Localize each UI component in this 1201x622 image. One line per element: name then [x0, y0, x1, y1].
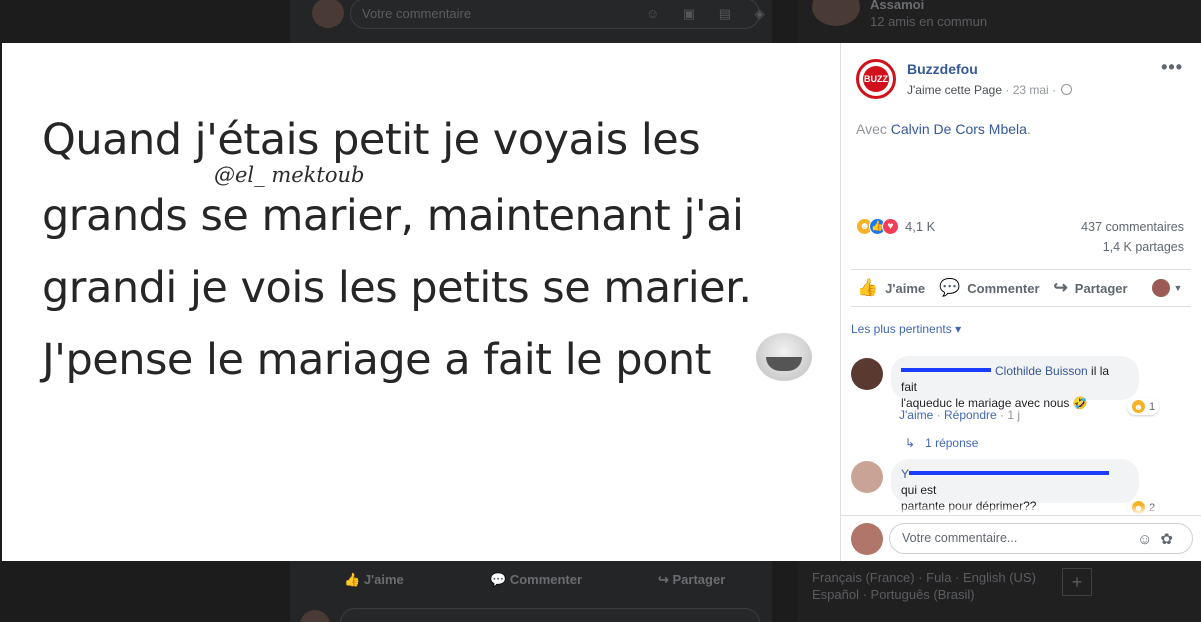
commenter-avatar[interactable]	[851, 358, 883, 390]
comment-filter-dropdown[interactable]: Les plus pertinents ▾	[851, 322, 961, 336]
background-share-label: Partager	[672, 572, 726, 587]
globe-icon	[1061, 84, 1073, 95]
comment-time[interactable]: 1 j	[1007, 408, 1020, 422]
meme-text-line-3: grandi je vois les petits se marier.	[42, 263, 752, 313]
replies-label: 1 réponse	[925, 436, 979, 450]
page-avatar[interactable]: BUZZ	[856, 59, 896, 99]
background-like-action: 👍 J'aime	[344, 572, 404, 587]
background-next-input	[340, 608, 760, 622]
comment-author-link[interactable]: Clothilde Buisson	[995, 364, 1088, 378]
background-comment-placeholder: Votre commentaire	[362, 6, 472, 21]
reaction-count: 4,1 K	[905, 219, 936, 234]
redacted-name	[901, 368, 991, 372]
crying-laughing-emoji-icon	[756, 333, 812, 381]
comment-composer: Votre commentaire... ☺✿	[841, 515, 1201, 561]
comment-like-link[interactable]: J'aime	[899, 408, 933, 422]
background-mutual-friends: 12 amis en commun	[870, 14, 988, 29]
shares-count-link[interactable]: 1,4 K partages	[1103, 240, 1184, 254]
meme-text-line-1: Quand j'étais petit je voyais les	[42, 115, 701, 165]
share-button-label: Partager	[1074, 280, 1128, 296]
background-languages-2: Español · Português (Brasil)	[812, 587, 975, 602]
post-meta: J'aime cette Page · 23 mai ·	[907, 83, 1073, 97]
current-user-avatar	[851, 523, 883, 555]
like-page-link[interactable]: J'aime cette Page	[907, 83, 1002, 97]
scroll-fade	[841, 505, 1201, 515]
meta-separator: ·	[1002, 83, 1013, 97]
comment-meta: J'aime · Répondre · 1 j	[899, 408, 1021, 422]
background-languages-1: Français (France) · Fula · English (US)	[812, 570, 1036, 585]
page-logo: BUZZ	[863, 66, 889, 92]
comment-bubble-icon: 💬	[939, 278, 961, 297]
background-share-action: ↪ Partager	[658, 572, 726, 587]
comment-author-prefix[interactable]: Y	[901, 467, 909, 481]
background-add-language-button: +	[1062, 568, 1092, 596]
thumbs-up-icon: 👍	[857, 278, 879, 297]
haha-reaction-icon: ☻	[1131, 399, 1146, 414]
comment-bubble: Clothilde Buisson il la fait l'aqueduc l…	[891, 356, 1139, 410]
background-like-label: J'aime	[363, 572, 404, 587]
comment-reply-link[interactable]: Répondre	[944, 408, 997, 422]
comment-bubble: Y qui est partante pour déprimer??	[891, 459, 1139, 513]
emoji-icon[interactable]: ☺	[1137, 531, 1160, 548]
post-actions-bar: 👍 J'aime 💬 Commenter ↪ Partager ▼	[851, 269, 1191, 307]
photo-lightbox: Quand j'étais petit je voyais les @el_ m…	[2, 43, 1201, 561]
commenter-avatar[interactable]	[851, 461, 883, 493]
post-sidebar: BUZZ Buzzdefou J'aime cette Page · 23 ma…	[840, 43, 1201, 561]
reply-arrow-icon: ↳	[905, 436, 916, 450]
with-prefix: Avec	[856, 121, 891, 137]
photo-image[interactable]: Quand j'étais petit je voyais les @el_ m…	[2, 43, 840, 561]
redacted-name	[909, 471, 1110, 475]
post-as-avatar[interactable]	[1151, 279, 1170, 297]
post-date-link[interactable]: 23 mai	[1013, 83, 1049, 97]
chevron-down-icon[interactable]: ▼	[1174, 283, 1183, 293]
view-replies-link[interactable]: ↳ 1 réponse	[905, 436, 978, 450]
with-suffix: .	[1026, 121, 1031, 137]
page-name-link[interactable]: Buzzdefou	[907, 61, 978, 77]
comment-button-label: Commenter	[967, 280, 1040, 296]
comments-count-link[interactable]: 437 commentaires	[1081, 220, 1184, 234]
background-friend-name: Assamoi	[870, 0, 925, 12]
composer-tools: ☺✿	[1137, 530, 1181, 548]
with-tag-line: Avec Calvin De Cors Mbela.	[856, 121, 1031, 137]
caret-down-icon: ▾	[955, 322, 962, 336]
love-reaction-icon: ♥	[882, 218, 899, 235]
more-options-icon[interactable]: •••	[1161, 57, 1183, 78]
background-comment-label: Commenter	[509, 572, 583, 587]
like-button-label: J'aime	[885, 280, 926, 296]
meta-separator-2: ·	[1048, 83, 1060, 97]
share-button[interactable]: ↪ Partager	[1054, 278, 1128, 298]
comment-item: Clothilde Buisson il la fait l'aqueduc l…	[851, 356, 1191, 450]
background-comment-tools: ☺ ▣ ▤ ◈	[646, 6, 775, 21]
meme-text-line-2: grands se marier, maintenant j'ai	[42, 191, 744, 241]
meme-watermark: @el_ mektoub	[214, 163, 365, 187]
meme-text-line-4: J'pense le mariage a fait le pont	[42, 335, 712, 385]
background-comment-action: 💬 Commenter	[490, 572, 583, 587]
reaction-summary[interactable]: ☻ 👍 ♥ 4,1 K	[856, 218, 935, 235]
comment-button[interactable]: 💬 Commenter	[939, 278, 1039, 298]
sticker-icon[interactable]: ✿	[1160, 531, 1181, 548]
like-button[interactable]: 👍 J'aime	[857, 278, 925, 298]
comment-reaction-count: 1	[1149, 400, 1156, 413]
tagged-person-link[interactable]: Calvin De Cors Mbela	[891, 121, 1027, 137]
comment-reaction-badge[interactable]: ☻ 1	[1127, 398, 1160, 415]
comment-filter-label: Les plus pertinents	[851, 322, 952, 336]
share-arrow-icon: ↪	[1053, 278, 1068, 297]
comment-text: qui est	[901, 483, 937, 497]
